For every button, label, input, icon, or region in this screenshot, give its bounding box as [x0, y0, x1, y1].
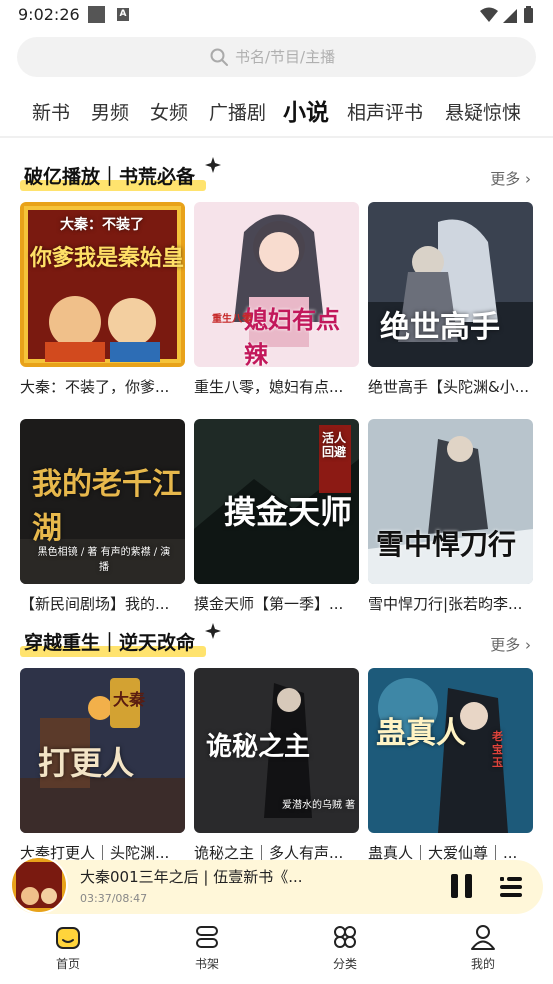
tab-male[interactable]: 男频 — [91, 95, 129, 131]
book-cover[interactable]: 你爹我是秦始皇 大秦：不装了 — [20, 202, 185, 367]
book-title[interactable]: 绝世高手【头陀渊&小... — [368, 376, 534, 397]
player-cover[interactable] — [10, 856, 68, 914]
notification-icon — [88, 6, 105, 23]
bottom-nav: 首页 书架 分类 我的 — [0, 918, 553, 984]
book-cover[interactable]: 摸金天师 活人回避 — [194, 419, 359, 584]
nav-label: 首页 — [55, 957, 80, 971]
playlist-icon[interactable] — [498, 874, 524, 900]
search-placeholder: 书名/节目/主播 — [235, 48, 336, 66]
tab-suspense[interactable]: 悬疑惊悚 — [445, 95, 521, 131]
status-bar: 9:02:26 A — [0, 0, 553, 30]
pause-icon[interactable] — [448, 872, 476, 900]
nav-profile[interactable]: 我的 — [443, 918, 523, 978]
sparkle-icon — [205, 623, 221, 639]
nav-label: 我的 — [470, 957, 495, 971]
more-link[interactable]: 更多 › — [490, 168, 531, 189]
section-title: 穿越重生｜逆天改命 — [20, 627, 206, 659]
tab-novel[interactable]: 小说 — [283, 95, 329, 131]
tab-new[interactable]: 新书 — [32, 95, 70, 131]
tab-crosstalk[interactable]: 相声评书 — [347, 95, 423, 131]
tabs-divider — [0, 136, 553, 138]
nav-label: 分类 — [332, 957, 357, 971]
category-icon — [334, 926, 356, 948]
nav-label: 书架 — [194, 957, 219, 971]
book-cover[interactable]: 我的老千江湖 黑色相镜 / 著 有声的紫襟 / 演播 — [20, 419, 185, 584]
book-title[interactable]: 摸金天师【第一季】... — [194, 593, 360, 614]
category-tabs: 新书 男频 女频 广播剧 小说 相声评书 悬疑惊悚 — [0, 95, 553, 131]
more-link[interactable]: 更多 › — [490, 634, 531, 655]
book-cover[interactable]: 绝世高手 — [368, 202, 533, 367]
player-time: 03:37/08:47 — [80, 892, 148, 905]
player-title[interactable]: 大秦001三年之后 | 伍壹新书《... — [80, 866, 303, 887]
book-title[interactable]: 大秦：不装了，你爹... — [20, 376, 186, 397]
nav-bookshelf[interactable]: 书架 — [167, 918, 247, 978]
search-bar[interactable]: 书名/节目/主播 — [17, 37, 536, 77]
search-icon — [210, 48, 228, 66]
book-cover[interactable]: 诡秘之主 爱潜水的乌贼 著 — [194, 668, 359, 833]
home-icon — [56, 927, 80, 949]
book-title[interactable]: 重生八零，媳妇有点... — [194, 376, 360, 397]
status-time: 9:02:26 — [18, 5, 80, 24]
book-cover[interactable]: 媳妇有点辣 重生八零 — [194, 202, 359, 367]
book-cover[interactable]: 雪中悍刀行 — [368, 419, 533, 584]
nav-category[interactable]: 分类 — [305, 918, 385, 978]
profile-icon — [471, 925, 495, 950]
section-title: 破亿播放｜书荒必备 — [20, 161, 206, 193]
book-title[interactable]: 雪中悍刀行|张若昀李... — [368, 593, 534, 614]
tab-radio-drama[interactable]: 广播剧 — [209, 95, 266, 131]
sparkle-icon — [205, 157, 221, 173]
book-cover[interactable]: 蛊真人 老宝玉 — [368, 668, 533, 833]
book-title[interactable]: 【新民间剧场】我的... — [20, 593, 186, 614]
system-status-icons — [480, 6, 533, 23]
book-cover[interactable]: 打更人 大秦 — [20, 668, 185, 833]
app-notification-icon: A — [117, 8, 129, 21]
tab-female[interactable]: 女频 — [150, 95, 188, 131]
bookshelf-icon — [196, 926, 218, 948]
nav-home[interactable]: 首页 — [28, 918, 108, 978]
